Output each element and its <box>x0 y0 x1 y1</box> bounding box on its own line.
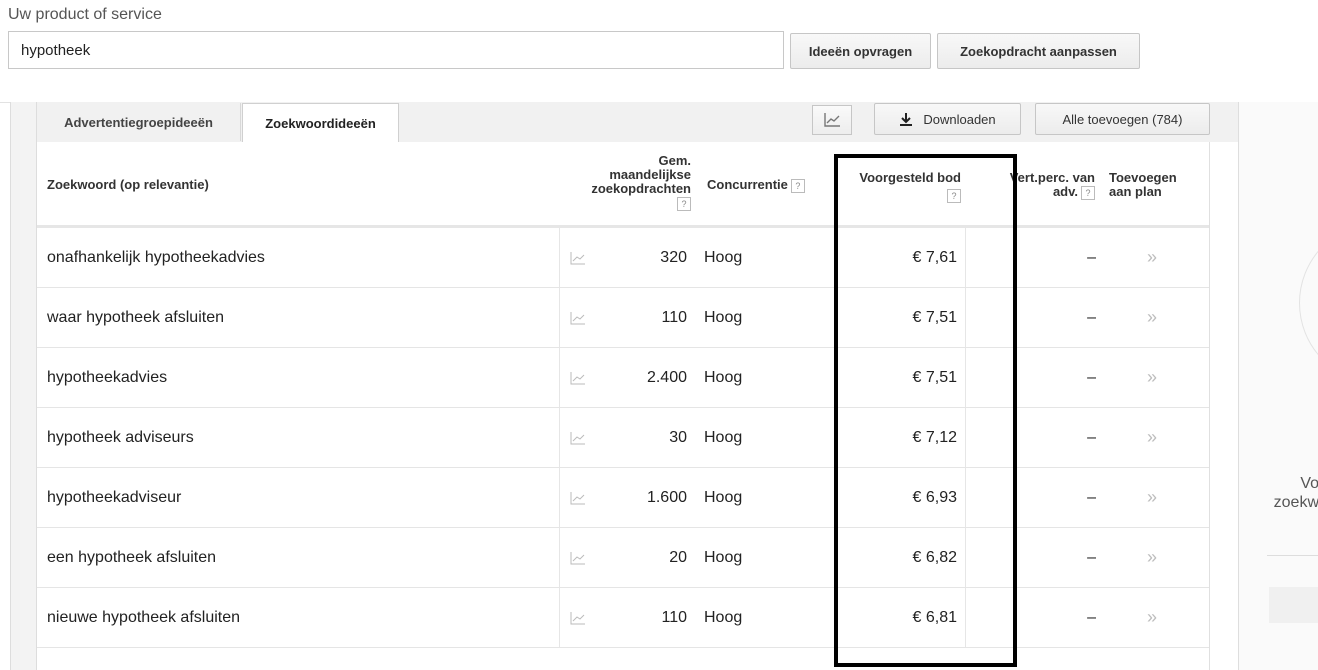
keyword-cell: nieuwe hypotheek afsluiten <box>47 608 241 626</box>
help-icon[interactable]: ? <box>677 196 691 211</box>
competition-cell: Hoog <box>704 248 743 266</box>
bid-cell: € 6,82 <box>912 548 957 566</box>
add-to-plan-button[interactable]: » <box>1107 528 1197 587</box>
trend-chart-icon[interactable] <box>559 408 596 467</box>
volume-cell: 110 <box>661 308 687 326</box>
table-row: waar hypotheek afsluiten 110 Hoog € 7,51… <box>37 288 1209 348</box>
volume-cell: 1.600 <box>646 488 687 506</box>
table-row: hypotheekadvies 2.400 Hoog € 7,51 – » <box>37 348 1209 408</box>
tab-adgroup-ideas[interactable]: Advertentiegroepideeën <box>37 103 241 141</box>
header-keyword[interactable]: Zoekwoord (op relevantie) <box>47 178 209 192</box>
volume-cell: 2.400 <box>646 368 687 386</box>
left-frame <box>10 102 37 670</box>
table-row: onafhankelijk hypotheekadvies 320 Hoog €… <box>37 228 1209 288</box>
add-to-plan-button[interactable]: » <box>1107 228 1197 287</box>
volume-cell: 320 <box>660 248 687 266</box>
competition-cell: Hoog <box>704 428 743 446</box>
bid-cell: € 7,61 <box>912 248 957 266</box>
download-icon <box>900 113 913 126</box>
keyword-cell: hypotheekadvies <box>47 368 168 386</box>
download-label: Downloaden <box>923 111 996 127</box>
competition-cell: Hoog <box>704 368 743 386</box>
header-competition-label: Concurrentie <box>707 177 788 192</box>
add-to-plan-button[interactable]: » <box>1107 348 1197 407</box>
header-share-line2: adv. <box>1052 184 1078 199</box>
right-panel-divider <box>1267 555 1318 556</box>
modify-search-button[interactable]: Zoekopdracht aanpassen <box>937 33 1140 69</box>
volume-cell: 20 <box>669 548 687 566</box>
competition-cell: Hoog <box>704 488 743 506</box>
competition-cell: Hoog <box>704 548 743 566</box>
help-icon[interactable]: ? <box>790 178 805 193</box>
volume-cell: 30 <box>669 428 687 446</box>
header-bid-label: Voorgesteld bod <box>859 170 961 185</box>
get-ideas-button[interactable]: Ideeën opvragen <box>790 33 931 69</box>
keyword-cell: een hypotheek afsluiten <box>47 548 217 566</box>
keyword-cell: waar hypotheek afsluiten <box>47 308 224 326</box>
header-share-line1: Vert.perc. van <box>1009 170 1095 185</box>
header-share[interactable]: Vert.perc. van adv.? <box>967 171 1095 200</box>
volume-cell: 110 <box>661 608 687 626</box>
competition-cell: Hoog <box>704 308 743 326</box>
add-all-button[interactable]: Alle toevoegen (784) <box>1035 103 1210 135</box>
right-panel-box <box>1269 587 1318 623</box>
trend-chart-icon[interactable] <box>559 228 596 287</box>
keyword-cell: hypotheek adviseurs <box>47 428 194 446</box>
add-to-plan-button[interactable]: » <box>1107 588 1197 647</box>
bid-cell: € 7,51 <box>912 368 957 386</box>
header-add: Toevoegen aan plan <box>1109 171 1177 199</box>
table-header: Zoekwoord (op relevantie) Gem. maandelij… <box>37 142 1209 228</box>
share-cell: – <box>965 228 1096 287</box>
trend-chart-icon[interactable] <box>559 348 596 407</box>
header-volume[interactable]: Gem. maandelijkse zoekopdrachten ? <box>557 154 691 211</box>
right-panel-text-line2: zoekw <box>1273 494 1318 511</box>
product-search-input[interactable] <box>8 31 784 69</box>
right-panel-text-line1: Vo <box>1300 475 1318 492</box>
bid-cell: € 7,51 <box>912 308 957 326</box>
bid-cell: € 7,12 <box>912 428 957 446</box>
table-row: hypotheekadviseur 1.600 Hoog € 6,93 – » <box>37 468 1209 528</box>
add-to-plan-button[interactable]: » <box>1107 288 1197 347</box>
table-row: een hypotheek afsluiten 20 Hoog € 6,82 –… <box>37 528 1209 588</box>
help-icon[interactable]: ? <box>1081 185 1095 200</box>
share-cell: – <box>965 288 1096 347</box>
download-button[interactable]: Downloaden <box>874 103 1021 135</box>
header-volume-line1: Gem. <box>658 153 691 168</box>
trend-chart-icon[interactable] <box>559 528 596 587</box>
competition-cell: Hoog <box>704 608 743 626</box>
trend-chart-icon[interactable] <box>559 588 596 647</box>
share-cell: – <box>965 528 1096 587</box>
right-side-panel: Vo zoekw <box>1238 102 1318 670</box>
tab-keyword-ideas[interactable]: Zoekwoordideeën <box>242 103 399 143</box>
share-cell: – <box>965 408 1096 467</box>
trend-chart-icon[interactable] <box>559 468 596 527</box>
header-competition[interactable]: Concurrentie? <box>707 178 805 193</box>
add-to-plan-button[interactable]: » <box>1107 408 1197 467</box>
bid-cell: € 6,81 <box>912 608 957 626</box>
trend-chart-icon[interactable] <box>559 288 596 347</box>
table-row: nieuwe hypotheek afsluiten 110 Hoog € 6,… <box>37 588 1209 648</box>
header-volume-line3: zoekopdrachten <box>591 181 691 196</box>
header-volume-line2: maandelijkse <box>609 167 691 182</box>
header-bid[interactable]: Voorgesteld bod ? <box>837 171 961 203</box>
chart-line-icon <box>824 113 840 127</box>
share-cell: – <box>965 588 1096 647</box>
keyword-table: Zoekwoord (op relevantie) Gem. maandelij… <box>37 142 1210 670</box>
keyword-cell: onafhankelijk hypotheekadvies <box>47 248 265 266</box>
header-add-line1: Toevoegen <box>1109 170 1177 185</box>
add-to-plan-button[interactable]: » <box>1107 468 1197 527</box>
share-cell: – <box>965 468 1096 527</box>
help-icon[interactable]: ? <box>947 188 961 203</box>
share-cell: – <box>965 348 1096 407</box>
table-row: hypotheek adviseurs 30 Hoog € 7,12 – » <box>37 408 1209 468</box>
product-label: Uw product of service <box>8 6 162 23</box>
header-add-line2: aan plan <box>1109 184 1162 199</box>
right-panel-text: Vo zoekw <box>1267 474 1318 512</box>
bid-cell: € 6,93 <box>912 488 957 506</box>
right-panel-chart <box>1299 222 1318 384</box>
keyword-cell: hypotheekadviseur <box>47 488 182 506</box>
chart-toggle-button[interactable] <box>812 105 852 135</box>
